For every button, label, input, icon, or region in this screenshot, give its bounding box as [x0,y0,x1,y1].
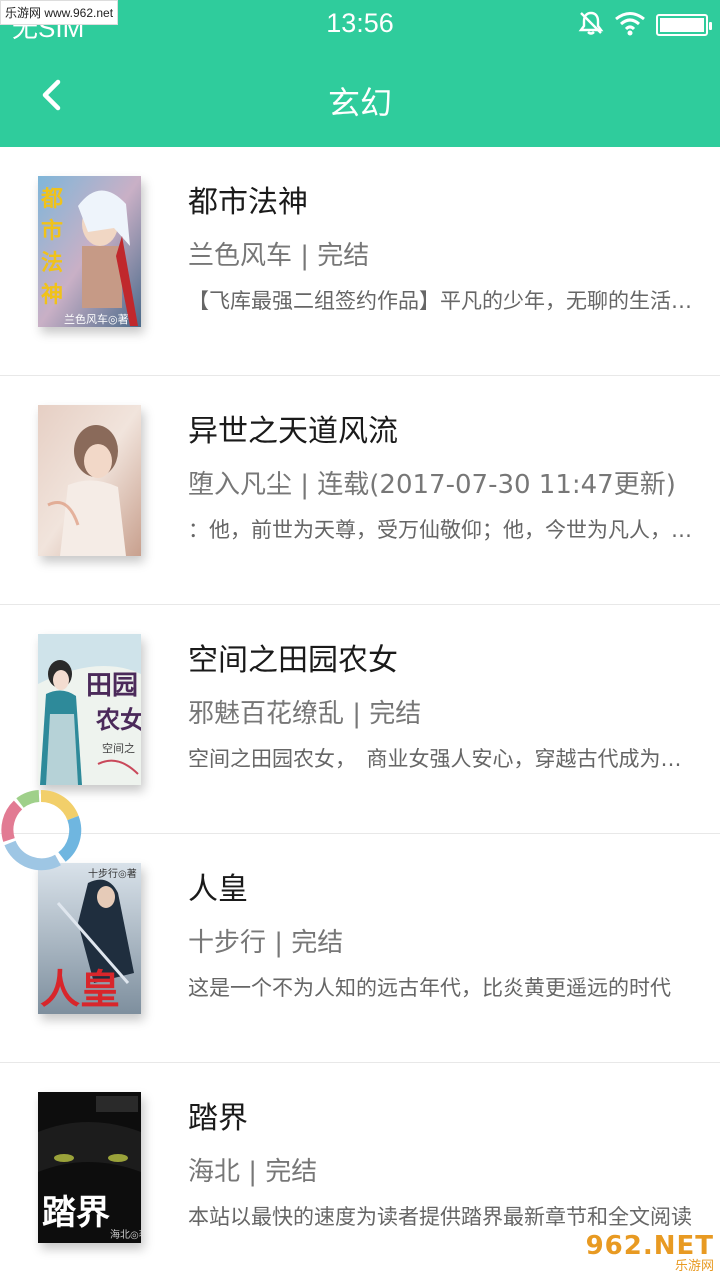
book-item[interactable]: 都 市 法 神 兰色风车◎著 都市法神 兰色风车 | 完结 【飞库最强二组签约作… [0,147,720,376]
book-item[interactable]: 异世之天道风流 堕入凡尘 | 连载(2017-07-30 11:47更新) ：他… [0,376,720,605]
mute-bell-icon [578,10,604,40]
book-item[interactable]: 田园 农女 空间之 空间之田园农女 邪魅百花缭乱 | 完结 空间之田园农女， 商… [0,605,720,834]
battery-icon [656,14,712,36]
cover-author: 兰色风车◎著 [64,312,129,326]
book-title: 踏界 [188,1101,248,1136]
cover-author: 空间之 [102,741,135,755]
book-meta: 邪魅百花缭乱 | 完结 [188,699,422,729]
cover-author: 十步行◎著 [88,867,137,880]
svg-text:市: 市 [41,218,63,244]
book-title: 人皇 [188,872,248,907]
book-cover: 都 市 法 神 兰色风车◎著 [38,176,141,327]
svg-text:法: 法 [41,251,63,276]
book-cover: 踏界 海北◎著 [38,1092,141,1243]
nav-bar: 玄幻 [0,50,720,147]
book-cover: 田园 农女 空间之 [38,634,141,785]
cover-title: 人皇 [40,966,120,1013]
book-cover [38,405,141,556]
status-icons [578,10,712,40]
book-title: 异世之天道风流 [188,414,398,449]
page-title: 玄幻 [327,84,392,122]
book-meta: 海北 | 完结 [188,1157,318,1187]
book-list: 都 市 法 神 兰色风车◎著 都市法神 兰色风车 | 完结 【飞库最强二组签约作… [0,147,720,1280]
svg-text:神: 神 [41,282,63,308]
loading-ring-icon [1,789,82,871]
book-cover: 人皇 十步行◎著 [38,863,141,1014]
cover-title: 田园 [86,671,138,701]
watermark-logo: 962.NET [585,1230,714,1261]
watermark-sub: 乐游网 [674,1258,714,1274]
floating-ring-button[interactable] [0,785,86,875]
cover-title: 都 [40,187,63,212]
book-title: 空间之田园农女 [188,643,398,678]
book-description: 空间之田园农女， 商业女强人安心，穿越古代成为农家小女 [188,747,694,771]
wifi-icon [614,10,646,40]
book-description: 这是一个不为人知的远古年代，比炎黄更遥远的时代 [188,976,671,1000]
book-description: 【飞库最强二组签约作品】平凡的少年，无聊的生活，一次意外的奇遇 [188,289,694,313]
book-meta: 十步行 | 完结 [188,928,344,958]
book-meta: 兰色风车 | 完结 [188,241,370,271]
book-description: 本站以最快的速度为读者提供踏界最新章节和全文阅读 [188,1205,692,1229]
watermark-top: 乐游网 www.962.net [0,0,119,25]
svg-text:农女: 农女 [95,705,141,734]
book-description: ：他，前世为天尊，受万仙敬仰；他，今世为凡人，受万人欺凌 [188,518,694,542]
watermark-bottom: 962.NET 乐游网 [584,1230,714,1276]
battery-level [660,18,704,32]
book-item[interactable]: 人皇 十步行◎著 人皇 十步行 | 完结 这是一个不为人知的远古年代，比炎黄更遥… [0,834,720,1063]
cover-author: 海北◎著 [110,1228,141,1241]
cover-title: 踏界 [42,1193,110,1233]
book-title: 都市法神 [188,185,308,220]
book-meta: 堕入凡尘 | 连载(2017-07-30 11:47更新) [188,470,676,500]
